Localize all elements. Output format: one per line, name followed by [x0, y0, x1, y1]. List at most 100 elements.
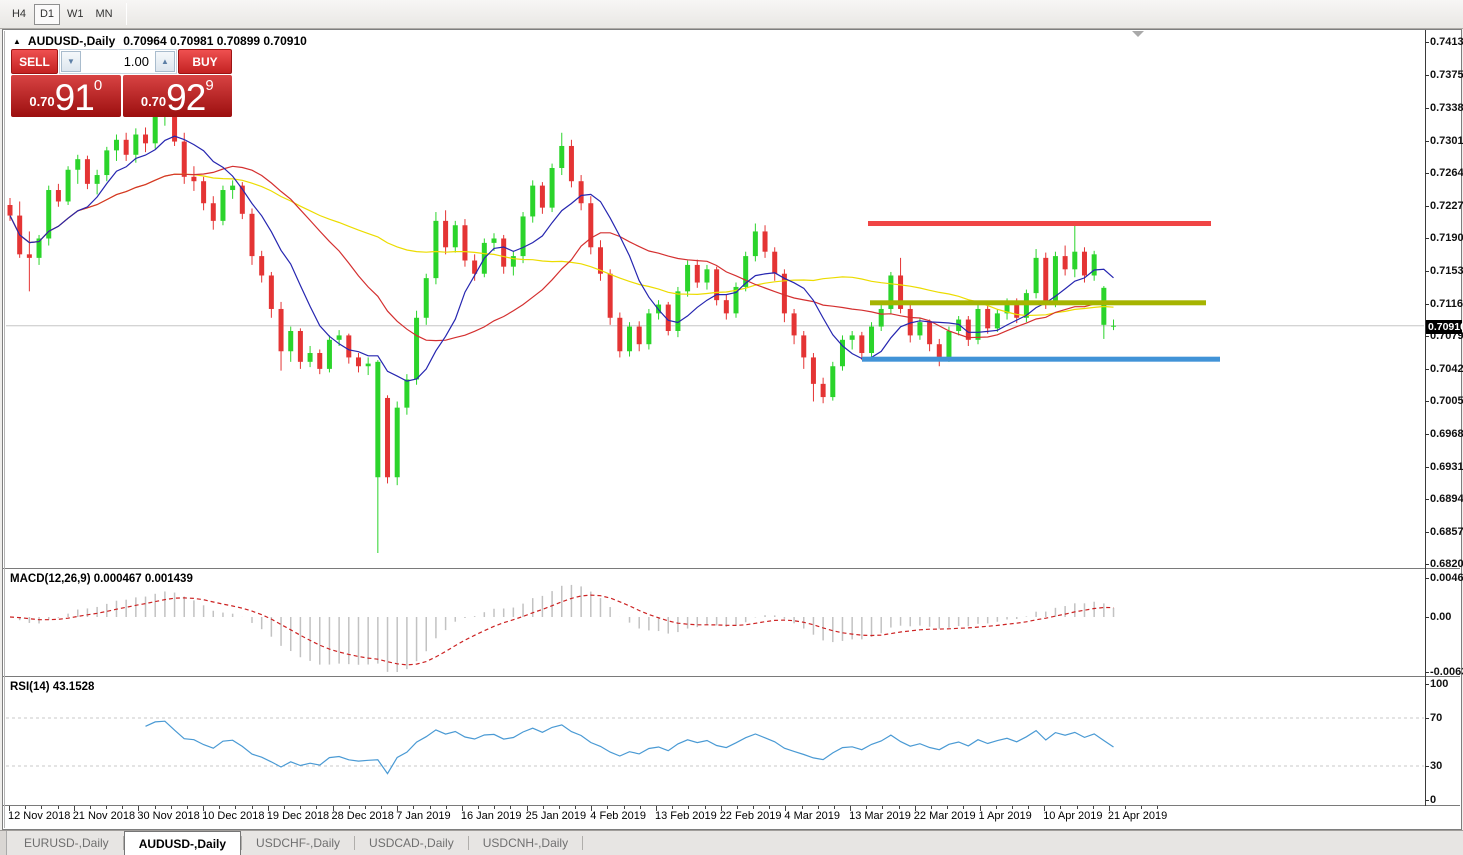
price-tick-mark [1425, 466, 1429, 468]
mt4-terminal: H4 D1 W1 MN ▲ AUDUSD-,Daily 0.70964 0.70981… [0, 0, 1463, 855]
date-tick-mark [89, 806, 91, 809]
indicator-tick-label: 30 [1430, 760, 1443, 772]
date-tick-mark [558, 806, 560, 809]
buy-price-big: 92 [166, 77, 206, 118]
date-tick-label: 10 Apr 2019 [1043, 810, 1103, 822]
price-tick-mark [1425, 205, 1429, 207]
date-tick-mark [1028, 806, 1030, 809]
main-macd-splitter[interactable] [3, 568, 1460, 569]
macd-label: MACD(12,26,9) 0.000467 0.001439 [10, 573, 193, 585]
indicator-tick-mark [1425, 672, 1429, 673]
sell-price-pip: 0 [93, 77, 103, 94]
price-tick-label: 0.68200 [1430, 558, 1463, 571]
price-tick-label: 0.68940 [1430, 493, 1463, 506]
price-tick-mark [1425, 336, 1429, 338]
date-tick-mark [866, 806, 868, 809]
price-tick-label: 0.73010 [1430, 134, 1463, 147]
date-tick-mark [332, 806, 334, 811]
date-tick-mark [914, 806, 916, 811]
date-tick-mark [251, 806, 253, 809]
date-tick-mark [769, 806, 771, 809]
date-tick-mark [1044, 806, 1046, 811]
date-tick-mark [300, 806, 302, 809]
buy-button[interactable]: BUY [178, 49, 232, 74]
indicator-tick-mark [1425, 766, 1429, 767]
date-tick-mark [283, 806, 285, 809]
date-tick-mark [461, 806, 463, 811]
date-tick-mark [235, 806, 237, 809]
chart-tab-usdchf[interactable]: USDCHF-,Daily [242, 831, 354, 855]
chart-tab-usdcad[interactable]: USDCAD-,Daily [355, 831, 468, 855]
tab-bar-notch [0, 831, 7, 855]
chart-tab-eurusd[interactable]: EURUSD-,Daily [10, 831, 123, 855]
date-tick-mark [348, 806, 350, 809]
rsi-label: RSI(14) 43.1528 [10, 681, 95, 693]
date-tick-label: 1 Apr 2019 [978, 810, 1032, 822]
date-tick-mark [833, 806, 835, 809]
indicator-tick-label: 0.004694 [1430, 572, 1463, 584]
sell-price-big: 91 [54, 77, 95, 118]
buy-price-panel[interactable]: 0.70 92 9 [122, 75, 232, 118]
symbol-marker-icon: ▲ [13, 36, 21, 46]
date-tick-mark [73, 806, 75, 811]
price-tick-mark [1425, 238, 1429, 240]
price-tick-mark [1425, 401, 1429, 403]
chart-tabs: EURUSD-,Daily AUDUSD-,Daily USDCHF-,Daily U… [10, 831, 584, 855]
indicator-tick-mark [1425, 718, 1429, 719]
date-tick-mark [381, 806, 383, 809]
volume-decrease-icon[interactable]: ▼ [61, 51, 81, 72]
price-tick-mark [1425, 368, 1429, 370]
date-tick-mark [203, 806, 205, 811]
date-tick-label: 25 Jan 2019 [525, 810, 587, 822]
date-tick-mark [316, 806, 318, 809]
tab-separator [582, 836, 584, 850]
price-tick-mark [1425, 108, 1429, 110]
date-tick-mark [785, 806, 787, 811]
date-tick-mark [656, 806, 657, 811]
chart-tab-audusd[interactable]: AUDUSD-,Daily [123, 831, 242, 855]
sell-button[interactable]: SELL [11, 49, 58, 74]
volume-spinner: ▼ 1.00 ▲ [59, 49, 177, 74]
date-tick-label: 4 Feb 2019 [590, 810, 646, 822]
price-tick-label: 0.70050 [1430, 395, 1463, 408]
price-tick-label: 0.68570 [1430, 525, 1463, 538]
date-tick-mark [753, 806, 755, 809]
price-tick-label: 0.73750 [1430, 69, 1463, 82]
price-tick-mark [1425, 303, 1429, 305]
date-tick-mark [736, 806, 738, 809]
price-tick-label: 0.71160 [1430, 297, 1463, 310]
price-tick-mark [1425, 173, 1429, 175]
indicator-tick-mark [1425, 578, 1429, 579]
date-tick-mark [672, 806, 674, 809]
volume-increase-icon[interactable]: ▲ [155, 51, 175, 72]
date-tick-mark [623, 806, 625, 809]
date-tick-label: 28 Dec 2018 [331, 810, 394, 822]
buy-price-pip: 9 [205, 77, 214, 94]
price-tick-label: 0.74130 [1430, 36, 1463, 48]
price-tick-label: 0.71530 [1430, 265, 1463, 278]
chart-tab-usdcnh[interactable]: USDCNH-,Daily [469, 831, 582, 855]
date-tick-mark [9, 806, 10, 811]
date-tick-label: 30 Nov 2018 [137, 810, 200, 822]
price-tick-label: 0.69680 [1430, 428, 1463, 441]
one-click-trading-panel: SELL ▼ 1.00 ▲ BUY 0.70 91 0 0.70 92 9 [11, 49, 232, 117]
date-tick-mark [930, 806, 932, 809]
macd-rsi-splitter[interactable] [3, 676, 1460, 677]
date-tick-mark [25, 806, 27, 809]
sell-price-panel[interactable]: 0.70 91 0 [11, 75, 121, 117]
sell-price-prefix: 0.70 [29, 94, 55, 109]
date-tick-mark [639, 806, 641, 809]
date-tick-mark [720, 806, 722, 811]
date-tick-mark [1141, 806, 1143, 809]
date-tick-mark [122, 806, 124, 809]
date-tick-label: 10 Dec 2018 [202, 810, 265, 822]
candlestick-chart-canvas[interactable] [0, 0, 1463, 855]
price-tick-label: 0.70420 [1430, 362, 1463, 375]
date-tick-mark [170, 806, 172, 809]
indicator-tick-mark [1425, 800, 1429, 801]
price-tick-label: 0.73380 [1430, 102, 1463, 115]
date-tick-mark [591, 806, 593, 811]
date-tick-mark [526, 806, 528, 811]
volume-input[interactable]: 1.00 [81, 51, 155, 72]
date-tick-mark [688, 806, 690, 809]
